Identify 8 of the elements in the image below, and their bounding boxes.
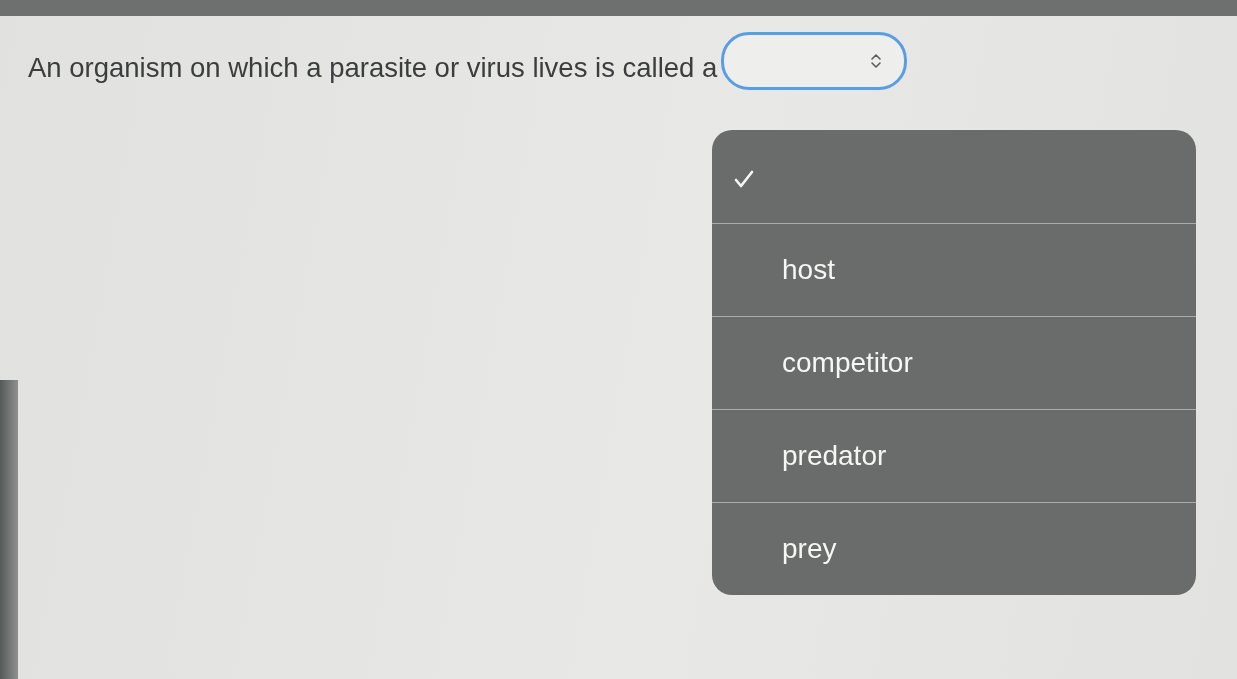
answer-dropdown[interactable] <box>721 32 908 90</box>
dropdown-option[interactable]: competitor <box>712 316 1196 409</box>
question-text: An organism on which a parasite or virus lives is called a <box>28 51 718 84</box>
checkmark-icon <box>734 170 754 188</box>
chevron-up-down-icon <box>870 53 883 69</box>
dropdown-option[interactable]: host <box>712 223 1196 316</box>
dropdown-option[interactable]: predator <box>712 409 1196 502</box>
dropdown-option[interactable]: prey <box>712 502 1196 595</box>
